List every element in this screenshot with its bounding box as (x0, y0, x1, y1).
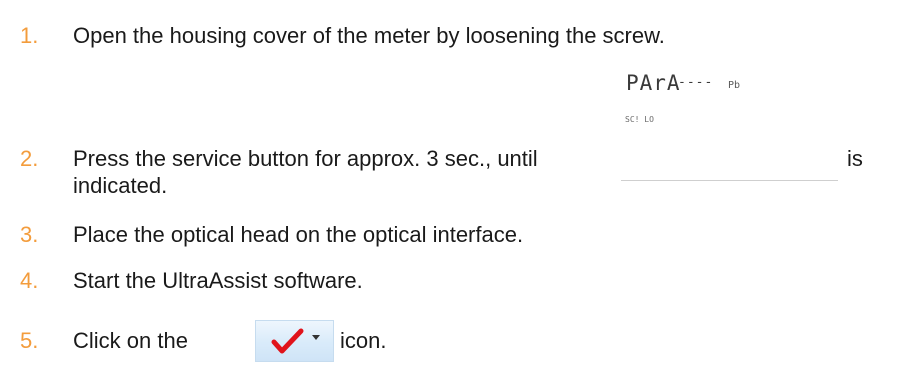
step-text: Start the UltraAssist software. (73, 268, 363, 293)
step-text: Open the housing cover of the meter by l… (73, 23, 665, 48)
step-number: 5. (20, 328, 39, 353)
display-dashes: ---- (678, 75, 713, 90)
display-lower-text: SC! LO (625, 115, 654, 124)
meter-display-image: PArA ---- Pb SC! LO (446, 54, 838, 126)
dropdown-arrow-icon (312, 335, 320, 340)
step-text-after: icon. (340, 328, 387, 353)
step-number: 4. (20, 268, 39, 293)
display-code: Pb (728, 80, 740, 91)
checkmark-dropdown-icon (255, 320, 334, 362)
step-text-after: is (847, 146, 863, 171)
step-number: 1. (20, 23, 39, 48)
checkmark-icon (271, 328, 304, 354)
step-text-before: Press the service button for approx. 3 s… (73, 146, 538, 171)
step-number: 2. (20, 146, 39, 171)
step-text-line2: indicated. (73, 173, 168, 198)
display-baseline (621, 180, 838, 181)
step-text: Place the optical head on the optical in… (73, 222, 524, 247)
display-main-text: PArA (626, 71, 681, 95)
step-text-before: Click on the (73, 328, 188, 353)
step-number: 3. (20, 222, 39, 247)
